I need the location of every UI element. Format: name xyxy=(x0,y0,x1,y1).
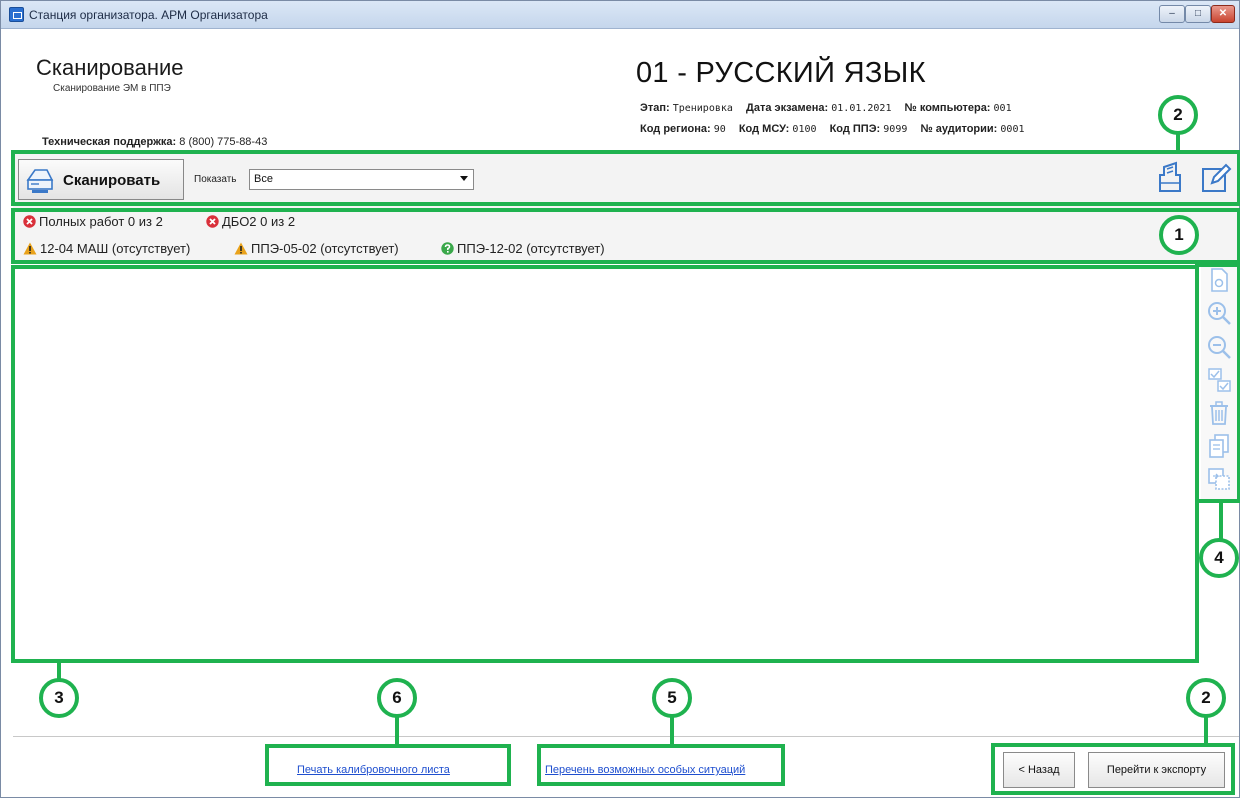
exam-meta-row-2: Код региона: 90 Код МСУ: 0100 Код ППЭ: 9… xyxy=(640,123,1035,135)
show-filter-label: Показать xyxy=(194,174,237,185)
question-icon xyxy=(441,242,454,255)
go-to-export-button[interactable]: Перейти к экспорту xyxy=(1088,752,1225,788)
status-panel xyxy=(13,205,1239,263)
annotation-connector xyxy=(1176,133,1180,153)
status-mash-text: 12-04 МАШ (отсутствует) xyxy=(40,241,191,256)
page-subtitle: Сканирование ЭМ в ППЭ xyxy=(53,83,171,94)
status-dbo2-text: ДБО2 0 из 2 xyxy=(222,214,296,229)
scan-preview-area[interactable] xyxy=(14,267,1196,662)
calibration-sheet-link[interactable]: Печать калибровочного листа xyxy=(297,764,450,776)
window-title: Станция организатора. АРМ Организатора xyxy=(29,8,268,22)
view-page-icon[interactable] xyxy=(1205,266,1233,294)
status-ppe-12-02-text: ППЭ-12-02 (отсутствует) xyxy=(457,241,605,256)
copy-pages-icon[interactable] xyxy=(1205,432,1233,460)
stage-value: Тренировка xyxy=(672,103,733,114)
status-ppe-12-02: ППЭ-12-02 (отсутствует) xyxy=(441,241,605,256)
subject-title: 01 - РУССКИЙ ЯЗЫК xyxy=(636,57,926,89)
annotation-marker-5: 5 xyxy=(652,678,692,718)
status-full-works: Полных работ 0 из 2 xyxy=(23,214,163,229)
warning-icon xyxy=(234,242,248,255)
annotation-marker-3: 3 xyxy=(39,678,79,718)
msu-label: Код МСУ: xyxy=(738,123,790,135)
edit-icon[interactable] xyxy=(1200,161,1232,195)
app-window: Станция организатора. АРМ Организатора ‒… xyxy=(0,0,1240,798)
minimize-button[interactable]: ‒ xyxy=(1159,5,1185,23)
annotation-marker-2-bottom: 2 xyxy=(1186,678,1226,718)
annotation-marker-2-top: 2 xyxy=(1158,95,1198,135)
annotation-marker-1: 1 xyxy=(1159,215,1199,255)
check-pages-icon[interactable] xyxy=(1205,366,1233,394)
close-button[interactable]: ✕ xyxy=(1211,5,1235,23)
error-icon xyxy=(23,215,36,228)
footer-divider xyxy=(13,736,1239,737)
room-label: № аудитории: xyxy=(920,123,998,135)
scanner-icon xyxy=(26,169,54,193)
date-label: Дата экзамена: xyxy=(745,102,829,114)
exam-meta-row-1: Этап: Тренировка Дата экзамена: 01.01.20… xyxy=(640,102,1022,114)
annotation-connector xyxy=(395,716,399,746)
room-value: 0001 xyxy=(1000,124,1025,135)
title-bar[interactable]: Станция организатора. АРМ Организатора ‒… xyxy=(1,1,1239,29)
maximize-button[interactable]: □ xyxy=(1185,5,1211,23)
computer-value: 001 xyxy=(993,103,1012,114)
ppe-label: Код ППЭ: xyxy=(829,123,881,135)
trash-icon[interactable] xyxy=(1205,399,1233,427)
replace-page-icon[interactable] xyxy=(1205,465,1233,493)
region-value: 90 xyxy=(713,124,726,135)
date-value: 01.01.2021 xyxy=(831,103,892,114)
status-ppe-05-02-text: ППЭ-05-02 (отсутствует) xyxy=(251,241,399,256)
status-full-works-text: Полных работ 0 из 2 xyxy=(39,214,163,229)
warning-icon xyxy=(23,242,37,255)
show-filter-select[interactable]: Все xyxy=(249,169,474,190)
ppe-value: 9099 xyxy=(883,124,908,135)
app-icon xyxy=(9,7,24,22)
error-icon xyxy=(206,215,219,228)
zoom-out-icon[interactable] xyxy=(1205,333,1233,361)
status-ppe-05-02: ППЭ-05-02 (отсутствует) xyxy=(234,241,399,256)
support-phone: 8 (800) 775-88-43 xyxy=(179,136,268,148)
special-situations-link[interactable]: Перечень возможных особых ситуаций xyxy=(545,764,745,776)
page-title: Сканирование xyxy=(36,55,184,80)
support-label: Техническая поддержка: xyxy=(42,136,177,148)
scan-button-label: Сканировать xyxy=(63,172,161,189)
status-mash: 12-04 МАШ (отсутствует) xyxy=(23,241,190,256)
annotation-marker-6: 6 xyxy=(377,678,417,718)
back-button[interactable]: < Назад xyxy=(1003,752,1075,788)
annotation-connector xyxy=(1204,716,1208,745)
msu-value: 0100 xyxy=(792,124,817,135)
annotation-connector xyxy=(1219,501,1223,539)
region-label: Код региона: xyxy=(640,123,711,135)
annotation-marker-4: 4 xyxy=(1199,538,1239,578)
chevron-down-icon xyxy=(460,176,468,181)
zoom-in-icon[interactable] xyxy=(1205,299,1233,327)
computer-label: № компьютера: xyxy=(904,102,991,114)
show-filter-value: Все xyxy=(254,173,273,185)
annotation-connector xyxy=(670,716,674,746)
status-dbo2: ДБО2 0 из 2 xyxy=(206,214,295,229)
stage-label: Этап: xyxy=(640,102,670,114)
support-info: Техническая поддержка: 8 (800) 775-88-43 xyxy=(42,136,267,148)
print-icon[interactable] xyxy=(1154,161,1186,195)
scan-button[interactable]: Сканировать xyxy=(18,159,184,200)
